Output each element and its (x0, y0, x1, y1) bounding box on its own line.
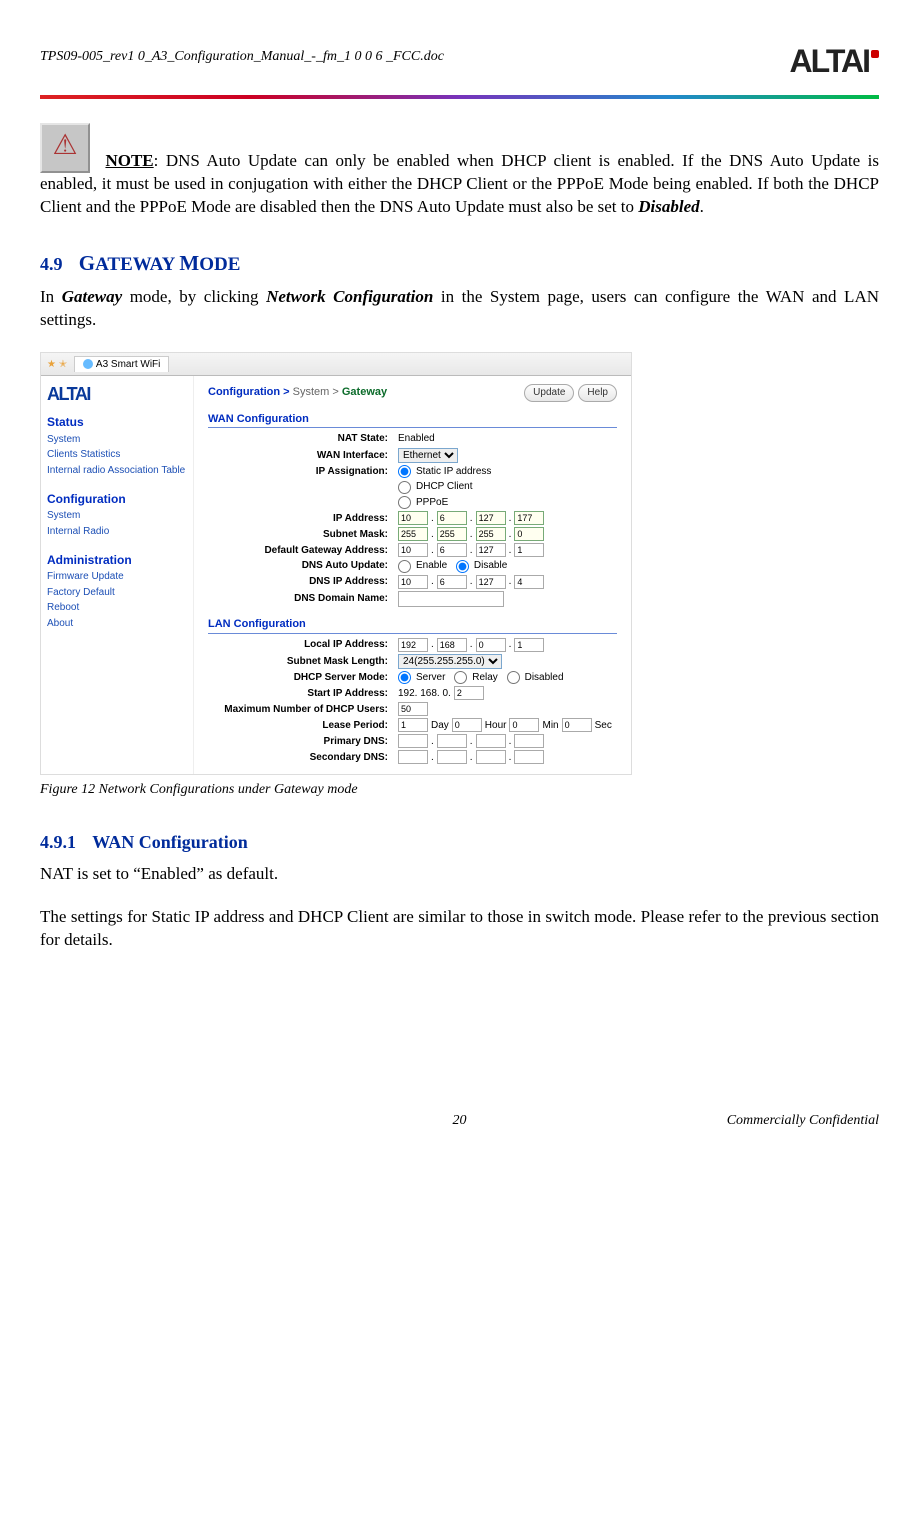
wan-config-header: WAN Configuration (208, 412, 617, 429)
sidebar-item-internal-radio[interactable]: Internal Radio (47, 525, 187, 539)
max-users-field[interactable] (398, 702, 428, 716)
sec-4-9-1-p2: The settings for Static IP address and D… (40, 906, 879, 952)
ip-assign-static[interactable] (398, 465, 411, 478)
mask-length-select[interactable]: 24(255.255.255.0) (398, 654, 502, 669)
sidebar-item-factory[interactable]: Factory Default (47, 586, 187, 600)
sidebar-item-reboot[interactable]: Reboot (47, 601, 187, 615)
wan-interface-label: WAN Interface: (208, 449, 398, 463)
dns-auto-disable[interactable] (456, 560, 469, 573)
subsection-title: WAN Configuration (92, 832, 248, 852)
page-header: TPS09-005_rev1 0_A3_Configuration_Manual… (40, 48, 879, 91)
subnet-mask-label: Subnet Mask: (208, 528, 398, 542)
sec-4-9-1-p1: NAT is set to “Enabled” as default. (40, 863, 879, 886)
nat-label: NAT State: (208, 432, 398, 446)
browser-tabs: ★ ✭ A3 Smart WiFi (41, 353, 631, 377)
lease-day[interactable] (398, 718, 428, 732)
sidebar-admin-header: Administration (47, 552, 187, 568)
lease-min[interactable] (509, 718, 539, 732)
ip-assign-pppoe[interactable] (398, 496, 411, 509)
figure-12-screenshot: ★ ✭ A3 Smart WiFi ALTAI Status System Cl… (40, 352, 632, 776)
sidebar-config-header: Configuration (47, 491, 187, 507)
sidebar-item-about[interactable]: About (47, 617, 187, 631)
lease-hour[interactable] (452, 718, 482, 732)
local-ip-label: Local IP Address: (208, 638, 398, 652)
sidebar-item-firmware[interactable]: Firmware Update (47, 570, 187, 584)
update-button[interactable]: Update (524, 384, 574, 402)
dhcp-mode-server[interactable] (398, 671, 411, 684)
dhcp-mode-relay[interactable] (454, 671, 467, 684)
note-paragraph: ⚠ NOTE: DNS Auto Update can only be enab… (40, 123, 879, 219)
dhcp-mode-label: DHCP Server Mode: (208, 671, 398, 685)
subsection-number: 4.9.1 (40, 832, 76, 852)
local-ip-field[interactable]: . . . (398, 638, 617, 652)
nat-value: Enabled (398, 432, 617, 446)
secondary-dns-label: Secondary DNS: (208, 751, 398, 765)
gateway-label: Default Gateway Address: (208, 544, 398, 558)
dns-auto-enable[interactable] (398, 560, 411, 573)
mask-length-label: Subnet Mask Length: (208, 655, 398, 669)
page-footer: 20 Commercially Confidential (40, 1112, 879, 1131)
sidebar-item-system[interactable]: System (47, 433, 187, 447)
main-panel: Configuration > System > Gateway Update … (194, 376, 631, 774)
start-ip-label: Start IP Address: (208, 687, 398, 701)
lan-config-header: LAN Configuration (208, 617, 617, 634)
secondary-dns-field[interactable]: . . . (398, 750, 617, 764)
ip-assign-label: IP Assignation: (208, 465, 398, 479)
breadcrumb-bar: Configuration > System > Gateway Update … (208, 384, 617, 402)
note-tail: . (700, 197, 704, 216)
section-number: 4.9 (40, 254, 63, 274)
note-text: : DNS Auto Update can only be enabled wh… (40, 151, 879, 216)
wan-interface-select[interactable]: Ethernet (398, 448, 458, 463)
gateway-field[interactable]: . . . (398, 543, 617, 557)
header-divider (40, 95, 879, 99)
ip-address-label: IP Address: (208, 512, 398, 526)
figure-caption: Figure 12 Network Configurations under G… (40, 781, 879, 800)
page-number: 20 (40, 1112, 879, 1131)
doc-id: TPS09-005_rev1 0_A3_Configuration_Manual… (40, 48, 444, 67)
subnet-mask-field[interactable]: . . . (398, 527, 617, 541)
start-ip-last[interactable] (454, 686, 484, 700)
dns-auto-label: DNS Auto Update: (208, 559, 398, 573)
lease-label: Lease Period: (208, 719, 398, 733)
sidebar-logo: ALTAI (47, 382, 187, 406)
section-4-9-heading: 4.9 GATEWAY MODE (40, 249, 879, 278)
page-icon (83, 359, 93, 369)
help-button[interactable]: Help (578, 384, 617, 402)
sidebar-item-clients[interactable]: Clients Statistics (47, 448, 187, 462)
note-label: NOTE (105, 151, 153, 170)
warning-icon: ⚠ (40, 123, 90, 173)
primary-dns-label: Primary DNS: (208, 735, 398, 749)
lease-sec[interactable] (562, 718, 592, 732)
sidebar-item-assoc-table[interactable]: Internal radio Association Table (47, 464, 187, 478)
dhcp-mode-disabled[interactable] (507, 671, 520, 684)
sidebar-item-config-system[interactable]: System (47, 509, 187, 523)
sidebar-status-header: Status (47, 414, 187, 430)
add-favorite-icon[interactable]: ✭ (59, 359, 67, 370)
primary-dns-field[interactable]: . . . (398, 734, 617, 748)
sidebar: ALTAI Status System Clients Statistics I… (41, 376, 194, 774)
dns-ip-label: DNS IP Address: (208, 575, 398, 589)
dns-ip-field[interactable]: . . . (398, 575, 617, 589)
favorites-icon[interactable]: ★ (47, 359, 56, 370)
section-title: GATEWAY MODE (79, 254, 241, 275)
ip-assign-dhcp[interactable] (398, 481, 411, 494)
note-em: Disabled (638, 197, 699, 216)
browser-tab[interactable]: A3 Smart WiFi (74, 356, 169, 373)
ip-address-field[interactable]: . . . (398, 511, 617, 525)
dns-name-label: DNS Domain Name: (208, 592, 398, 606)
lease-fields: Day Hour Min Sec (398, 718, 617, 732)
section-4-9-intro: In Gateway mode, by clicking Network Con… (40, 286, 879, 332)
section-4-9-1-heading: 4.9.1 WAN Configuration (40, 830, 879, 855)
brand-logo: ALTAI (790, 40, 879, 83)
max-users-label: Maximum Number of DHCP Users: (208, 703, 398, 717)
dns-name-field[interactable] (398, 591, 504, 607)
